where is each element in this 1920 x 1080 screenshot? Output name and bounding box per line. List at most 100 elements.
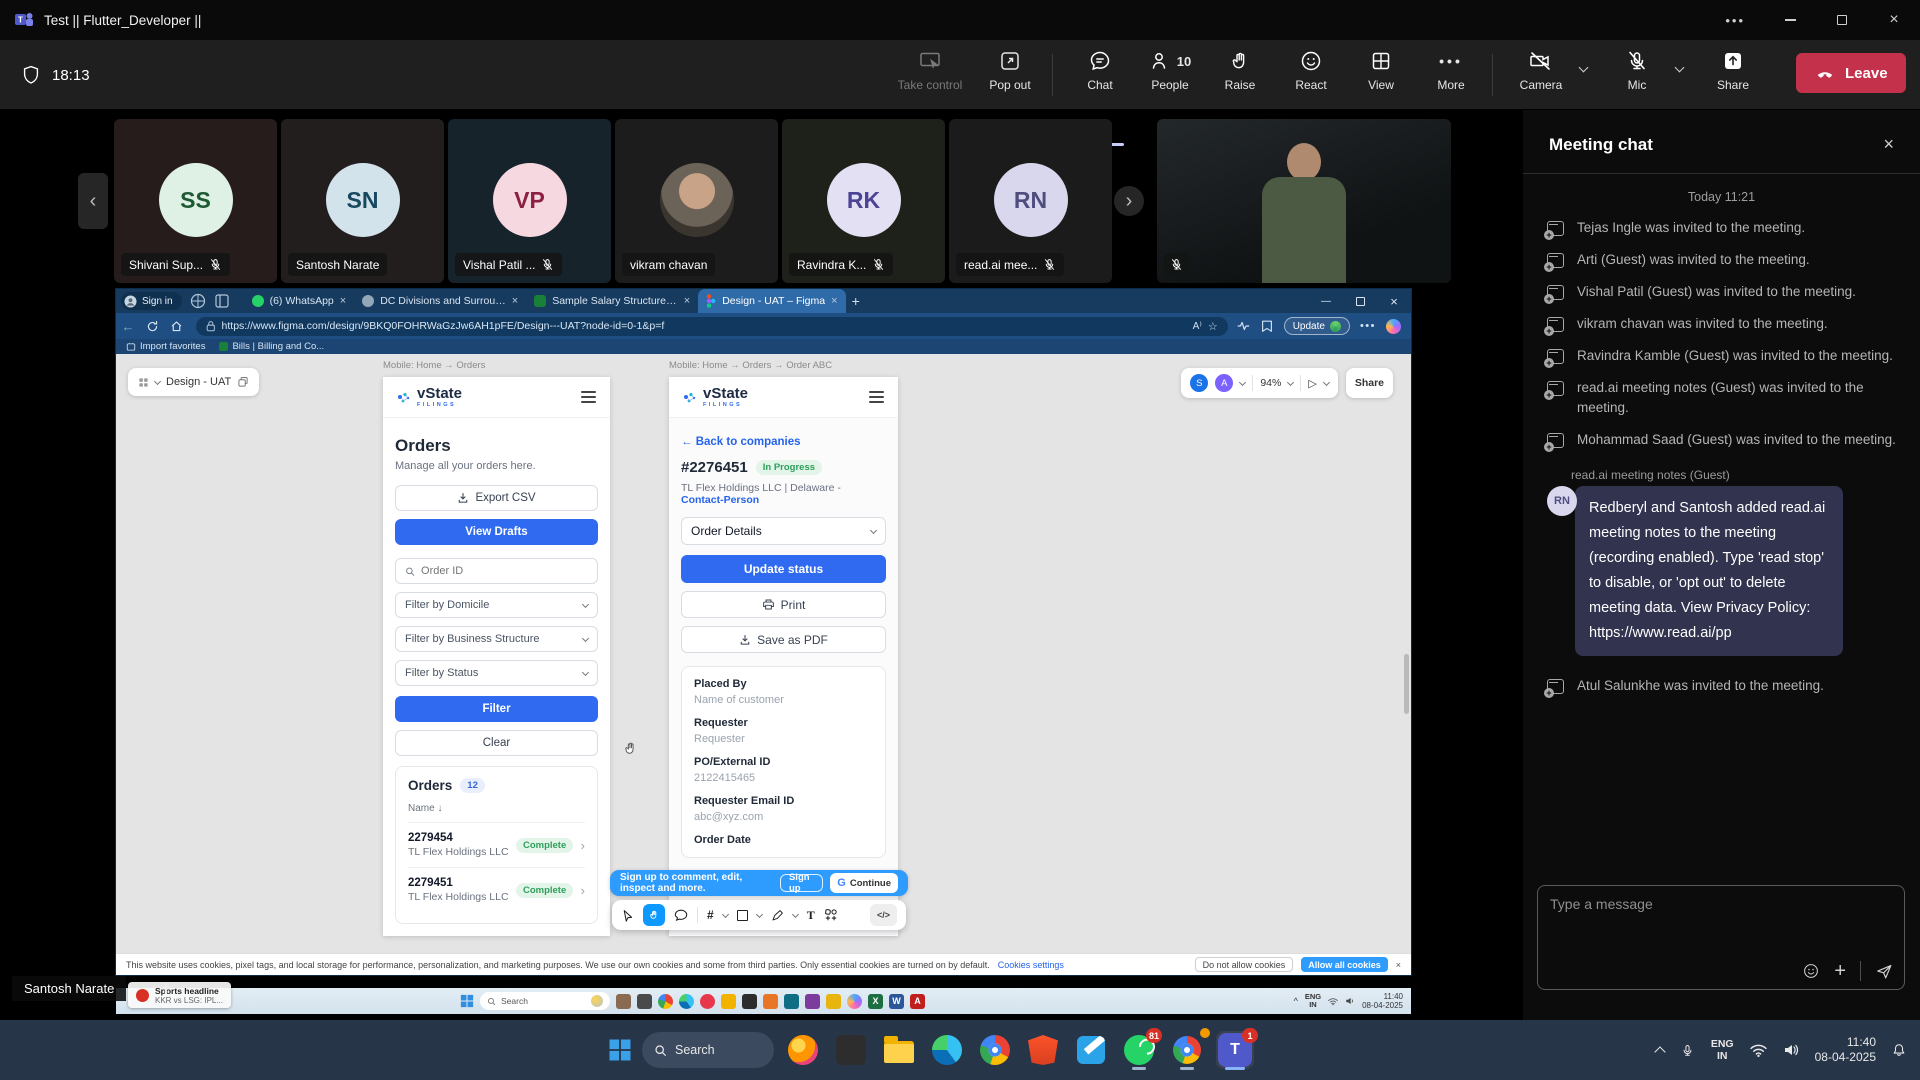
filter-button[interactable]: Filter	[395, 696, 598, 722]
hamburger-icon[interactable]	[581, 388, 596, 405]
acrobat-icon[interactable]: A	[910, 994, 925, 1009]
maximize-button[interactable]	[1816, 0, 1868, 40]
browser-tab[interactable]: (6) WhatsApp×	[244, 289, 355, 313]
participant-tile[interactable]: vikram chavan	[615, 119, 778, 283]
chat-close-icon[interactable]: ×	[1883, 134, 1894, 155]
taskbar-app-icon[interactable]	[763, 994, 778, 1009]
design-frame-order-detail[interactable]: vStateFILINGS ← Back to companies #22764…	[669, 377, 898, 936]
pop-out-button[interactable]: Pop out	[975, 49, 1045, 92]
tray-expand-icon[interactable]	[1654, 1046, 1665, 1057]
tab-close-icon[interactable]: ×	[512, 295, 518, 307]
word-icon[interactable]: W	[889, 994, 904, 1009]
tab-close-icon[interactable]: ×	[831, 295, 837, 307]
contact-person-link[interactable]: Contact-Person	[681, 494, 759, 506]
read-aloud-icon[interactable]: A⁾	[1193, 321, 1202, 332]
minimize-button[interactable]	[1764, 0, 1816, 40]
start-icon[interactable]	[460, 994, 474, 1008]
raise-hand-button[interactable]: Raise	[1205, 49, 1275, 92]
browser-tab[interactable]: Sample Salary Structure with calc×	[526, 289, 698, 313]
browser-restore-button[interactable]	[1343, 289, 1377, 313]
view-drafts-button[interactable]: View Drafts	[395, 519, 598, 545]
filter-business-structure-select[interactable]: Filter by Business Structure	[395, 626, 598, 652]
titlebar-more-icon[interactable]: •••	[1725, 0, 1745, 40]
design-frame-orders[interactable]: vStateFILINGS Orders Manage all your ord…	[383, 377, 610, 936]
duplicate-icon[interactable]	[237, 376, 249, 388]
explorer-folder-icon[interactable]	[880, 1031, 918, 1069]
tab-close-icon[interactable]: ×	[340, 295, 346, 307]
browser-essentials-icon[interactable]	[1236, 319, 1250, 333]
participant-tile[interactable]: RN read.ai mee...	[949, 119, 1112, 283]
google-continue-button[interactable]: G Continue	[830, 873, 898, 893]
language-indicator[interactable]: ENG IN	[1711, 1038, 1734, 1062]
volume-icon[interactable]	[1345, 996, 1355, 1006]
print-button[interactable]: Print	[681, 591, 886, 618]
camera-button[interactable]: Camera	[1506, 49, 1576, 92]
compose-box[interactable]: +	[1537, 885, 1905, 990]
news-widget[interactable]: Sports headline KKR vs LSG: IPL...	[128, 982, 231, 1008]
notification-bell-icon[interactable]	[1892, 1043, 1906, 1057]
mic-button[interactable]: Mic	[1602, 49, 1672, 92]
chat-button[interactable]: Chat	[1065, 49, 1135, 92]
console-icon[interactable]	[742, 994, 757, 1009]
teams-icon[interactable]: T 1	[1216, 1031, 1254, 1069]
figma-share-button[interactable]: Share	[1346, 368, 1393, 398]
excel-icon[interactable]: X	[868, 994, 883, 1009]
shared-search-box[interactable]: Search	[480, 992, 610, 1010]
browser-close-button[interactable]: ×	[1377, 289, 1411, 313]
refresh-icon[interactable]	[140, 320, 164, 333]
vscode-icon[interactable]	[1072, 1031, 1110, 1069]
participant-tile[interactable]: VP Vishal Patil ...	[448, 119, 611, 283]
update-status-button[interactable]: Update status	[681, 555, 886, 583]
frame-label[interactable]: Mobile: Home → Orders → Order ABC	[669, 360, 832, 371]
taskbar-app-icon[interactable]	[784, 994, 799, 1009]
shared-clock[interactable]: 11:40 08-04-2025	[1362, 992, 1403, 1010]
firefox-icon[interactable]	[784, 1031, 822, 1069]
hand-tool-icon[interactable]	[643, 904, 665, 926]
zoom-level[interactable]: 94%	[1260, 377, 1281, 389]
tiles-scroll-left-button[interactable]: ‹	[78, 173, 108, 229]
chrome-profile-icon[interactable]	[1168, 1031, 1206, 1069]
more-button[interactable]: ••• More	[1416, 49, 1486, 92]
order-row[interactable]: 2279454 TL Flex Holdings LLC Complete ›	[408, 822, 585, 867]
bookmark-item[interactable]: Bills | Billing and Co...	[219, 341, 324, 352]
edge-icon[interactable]	[928, 1031, 966, 1069]
folder-icon[interactable]	[721, 994, 736, 1009]
clear-button[interactable]: Clear	[395, 730, 598, 756]
camera-options-chevron-icon[interactable]	[1580, 68, 1587, 71]
present-icon[interactable]: ▷	[1308, 377, 1316, 390]
figma-canvas[interactable]: Design - UAT S A 94% ▷ Share Mobile: Hom…	[116, 354, 1411, 953]
browser-minimize-button[interactable]: —	[1309, 289, 1343, 313]
wifi-icon[interactable]	[1328, 997, 1338, 1006]
close-button[interactable]: ×	[1868, 0, 1920, 40]
order-row[interactable]: 2279451 TL Flex Holdings LLC Complete ›	[408, 867, 585, 912]
tray-mic-icon[interactable]	[1680, 1043, 1695, 1058]
taskbar-app-icon[interactable]	[616, 994, 631, 1009]
workspaces-icon[interactable]	[190, 293, 206, 309]
vertical-tabs-icon[interactable]	[214, 293, 230, 309]
volume-icon[interactable]	[1783, 1042, 1799, 1058]
filter-status-select[interactable]: Filter by Status	[395, 660, 598, 686]
tray-expand-icon[interactable]: ^	[1294, 996, 1298, 1006]
deny-cookies-button[interactable]: Do not allow cookies	[1195, 957, 1294, 972]
taskbar-app-icon[interactable]	[847, 994, 862, 1009]
order-details-select[interactable]: Order Details	[681, 517, 886, 545]
attach-plus-icon[interactable]: +	[1834, 962, 1846, 980]
taskbar-app-icon[interactable]	[826, 994, 841, 1009]
cookie-close-icon[interactable]: ×	[1396, 960, 1401, 970]
taskbar-search-box[interactable]: Search	[642, 1032, 774, 1068]
browser-tab-active[interactable]: Design - UAT – Figma×	[698, 289, 845, 313]
edge-icon[interactable]	[679, 994, 694, 1009]
figma-doc-chip[interactable]: Design - UAT	[128, 368, 259, 396]
chevron-down-icon[interactable]	[1239, 378, 1246, 385]
emoji-icon[interactable]	[1802, 962, 1820, 980]
import-favorites-button[interactable]: Import favorites	[126, 341, 205, 352]
share-button[interactable]: Share	[1698, 49, 1768, 92]
filter-domicile-select[interactable]: Filter by Domicile	[395, 592, 598, 618]
mic-options-chevron-icon[interactable]	[1676, 68, 1683, 71]
people-button[interactable]: 10 People	[1135, 49, 1205, 92]
favorite-star-icon[interactable]: ☆	[1208, 320, 1218, 333]
chevron-down-icon[interactable]	[1287, 378, 1294, 385]
export-csv-button[interactable]: Export CSV	[395, 485, 598, 511]
chevron-down-icon[interactable]	[1323, 378, 1330, 385]
spotlight-tile[interactable]	[1157, 119, 1451, 283]
